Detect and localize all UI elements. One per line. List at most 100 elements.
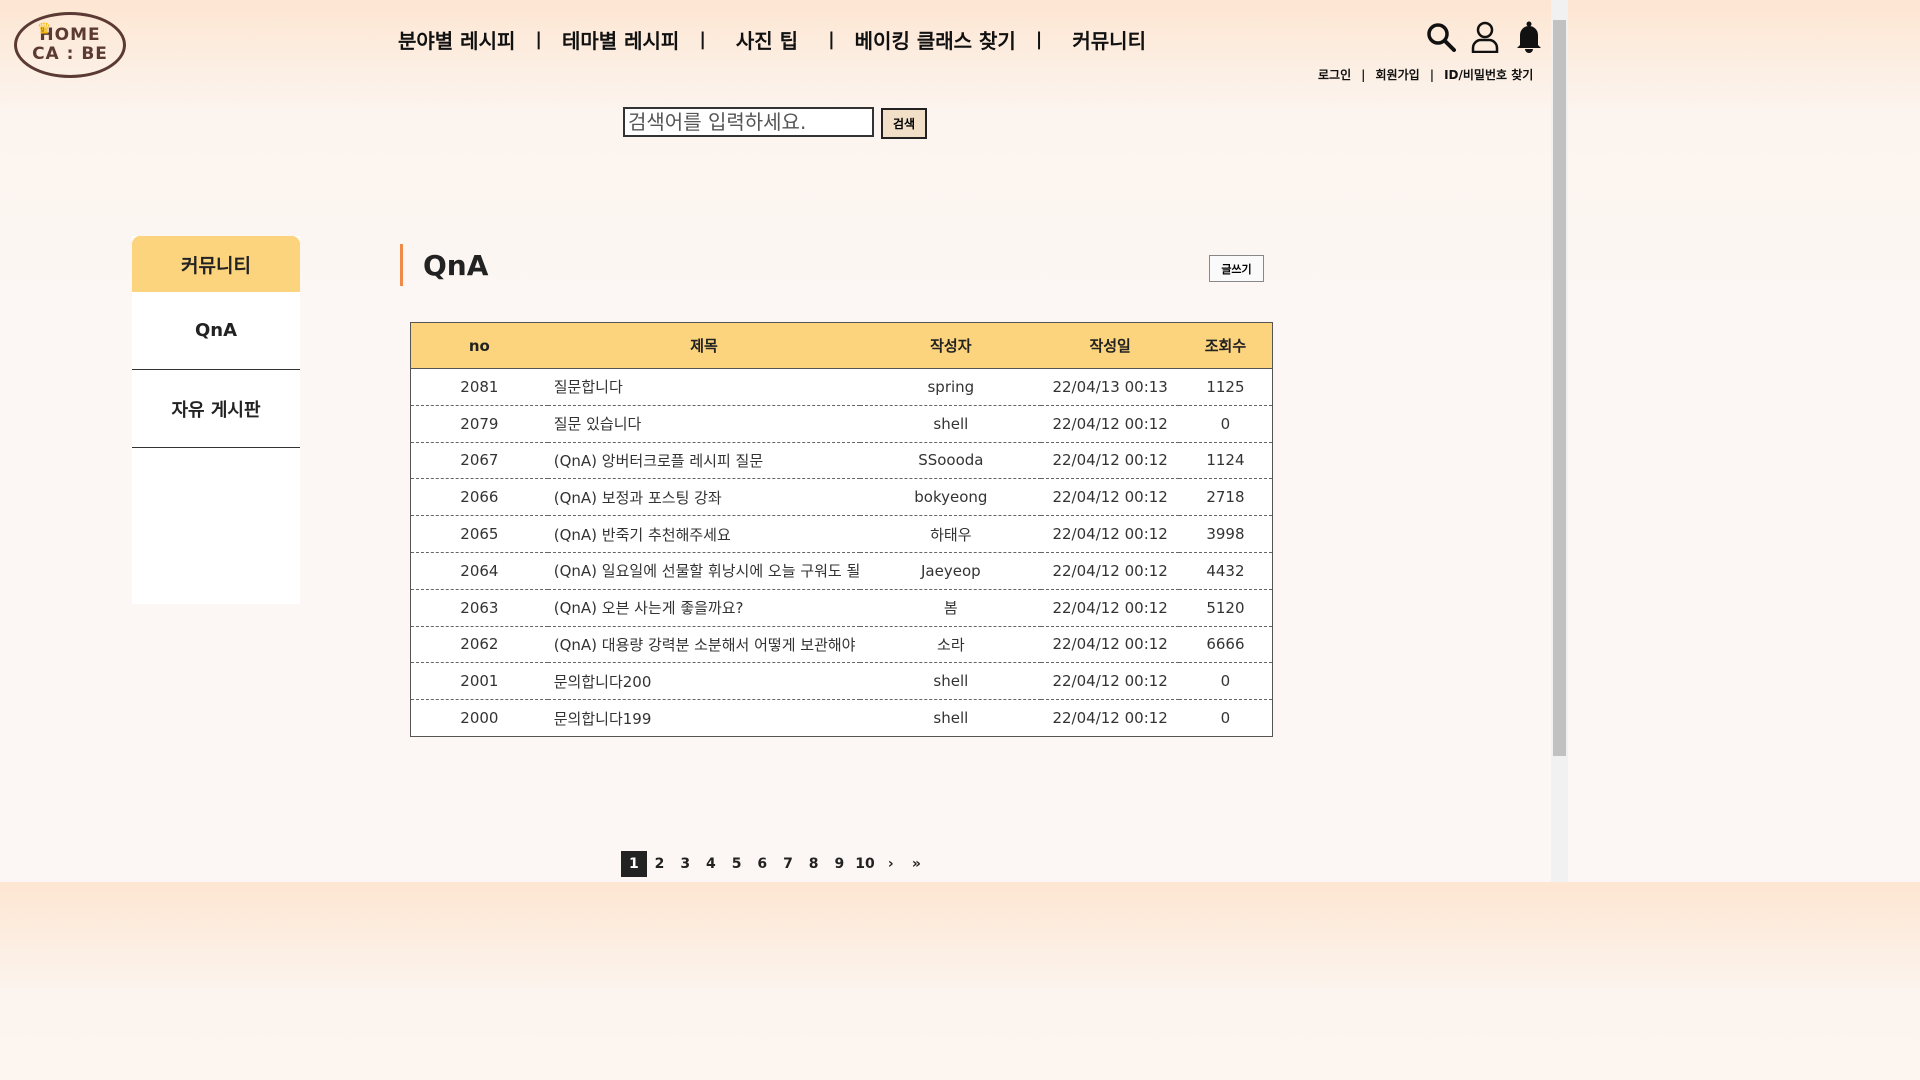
table-row[interactable]: 2079 질문 있습니다 shell 22/04/12 00:12 0: [410, 405, 1273, 443]
table-row[interactable]: 2001 문의합니다200 shell 22/04/12 00:12 0: [410, 662, 1273, 701]
table-row[interactable]: 2067 (QnA) 앙버터크로플 레시피 질문 SSoooda 22/04/12 0…: [410, 442, 1273, 480]
page-link[interactable]: 8: [801, 851, 827, 877]
nav-item-category-recipe[interactable]: 분야별 레시피: [398, 25, 515, 54]
find-account-link[interactable]: ID/비밀번호 찾기: [1444, 66, 1533, 83]
cell-date: 22/04/12 00:12: [1041, 662, 1179, 701]
cell-author: 봄: [860, 589, 1042, 627]
cell-author: Jaeyeop: [860, 552, 1042, 590]
cell-no: 2000: [460, 709, 499, 728]
search-icon[interactable]: [1426, 20, 1456, 54]
cell-title[interactable]: 문의합니다200: [547, 662, 861, 701]
cell-no: 2065: [410, 515, 548, 553]
cell-views: 5120: [1178, 589, 1273, 627]
bell-icon[interactable]: [1514, 20, 1544, 54]
cell-author: 소라: [860, 626, 1042, 664]
util-separator: |: [1429, 67, 1435, 82]
nav-item-community[interactable]: 커뮤니티: [1072, 25, 1146, 54]
page-link[interactable]: 5: [724, 851, 750, 877]
nav-item-photo-tips[interactable]: 사진 팁: [736, 25, 798, 54]
signup-link[interactable]: 회원가입: [1376, 66, 1420, 83]
cell-views: 0: [1178, 405, 1273, 443]
cell-no: 2064: [410, 552, 548, 590]
cell-date: 22/04/12 00:12: [1041, 442, 1179, 480]
cell-date: 22/04/12 00:12: [1041, 405, 1179, 443]
cell-views: 6666: [1178, 626, 1273, 664]
logo-line2: CA : BE: [32, 44, 108, 64]
scrollbar-thumb[interactable]: [1553, 20, 1566, 756]
cell-title[interactable]: 문의합니다199: [548, 700, 861, 737]
page-link[interactable]: 7: [775, 851, 801, 877]
cell-views: 1124: [1178, 442, 1273, 480]
login-link[interactable]: 로그인: [1318, 66, 1351, 83]
cell-no: 2081: [410, 368, 548, 406]
util-links: 로그인 | 회원가입 | ID/비밀번호 찾기: [1318, 66, 1533, 83]
site-logo[interactable]: ♛ HOME CA : BE: [14, 12, 126, 78]
column-header-author: 작성자: [860, 322, 1042, 369]
cell-title[interactable]: (QnA) 일요일에 선물할 휘낭시에 오늘 구워도 될: [547, 552, 861, 590]
page-link[interactable]: 2: [647, 851, 673, 877]
table-row[interactable]: 2064 (QnA) 일요일에 선물할 휘낭시에 오늘 구워도 될 Jaeyeop 2…: [410, 552, 1273, 590]
cell-no: 2001: [410, 662, 548, 701]
column-header-views: 조회수: [1178, 322, 1273, 369]
cell-author: spring: [860, 368, 1042, 406]
cell-title[interactable]: (QnA) 대용량 강력분 소분해서 어떻게 보관해야: [547, 626, 861, 664]
write-button[interactable]: 글쓰기: [1209, 255, 1264, 282]
page-title: QnA: [400, 244, 488, 286]
table-row[interactable]: 2066 (QnA) 보정과 포스팅 강좌 bokyeong 22/04/12 00:…: [410, 478, 1273, 517]
cell-views: 0: [1220, 709, 1231, 728]
table-row[interactable]: 2000 문의합니다199 shell 22/04/12 00:12 0: [411, 700, 1273, 737]
cell-date: 22/04/12 00:12: [1041, 552, 1179, 590]
cell-date: 22/04/12 00:12: [1041, 589, 1179, 627]
sidebar-title: 커뮤니티: [132, 236, 300, 292]
nav-separator: |: [828, 28, 835, 50]
page-link[interactable]: 4: [698, 851, 724, 877]
user-icon[interactable]: [1470, 20, 1500, 54]
nav-separator: |: [1035, 28, 1043, 50]
table-row[interactable]: 2081 질문합니다 spring 22/04/13 00:13 1125: [410, 368, 1273, 406]
pagination: 1 2 3 4 5 6 7 8 9 10 ›»: [621, 851, 929, 877]
page-link[interactable]: 9: [827, 851, 853, 877]
util-separator: |: [1361, 67, 1366, 82]
cell-views: 4432: [1178, 552, 1273, 590]
main-nav: 분야별 레시피 | 테마별 레시피 | 사진 팁 | 베이킹 클래스 찾기 | …: [398, 24, 1146, 54]
page-link[interactable]: 3: [672, 851, 698, 877]
nav-item-baking-class[interactable]: 베이킹 클래스 찾기: [855, 25, 1016, 54]
search-input[interactable]: [623, 107, 874, 137]
last-page-icon[interactable]: »: [904, 851, 930, 877]
cell-author: shell: [860, 405, 1042, 443]
nav-separator: |: [535, 28, 542, 50]
scrollbar[interactable]: [1551, 0, 1568, 882]
page-link[interactable]: 6: [749, 851, 775, 877]
sidebar-item-qna[interactable]: QnA: [132, 292, 300, 370]
cell-author: 하태우: [860, 515, 1042, 553]
header-icons: [1426, 20, 1544, 54]
cell-date: 22/04/12 00:12: [1041, 478, 1179, 517]
table-row[interactable]: 2063 (QnA) 오븐 사는게 좋을까요? 봄 22/04/12 00:12 512…: [410, 589, 1273, 627]
cell-title[interactable]: (QnA) 앙버터크로플 레시피 질문: [547, 442, 861, 480]
next-page-icon[interactable]: ›: [878, 851, 904, 877]
cell-views: 1125: [1178, 368, 1273, 406]
cell-no: 2067: [410, 442, 548, 480]
page-link[interactable]: 1: [621, 851, 647, 877]
column-header-title: 제목: [547, 322, 861, 369]
page-link[interactable]: 10: [852, 851, 878, 877]
board-table: no 제목 작성자 작성일 조회수 2081 질문합니다 spring 22/04/1…: [410, 322, 1273, 737]
cell-author: SSoooda: [860, 442, 1042, 480]
cell-date: 22/04/12 00:12: [1041, 626, 1179, 664]
table-header-row: no 제목 작성자 작성일 조회수: [410, 322, 1273, 369]
cell-author: shell: [933, 709, 969, 728]
search-button[interactable]: 검색: [881, 108, 927, 139]
cell-no: 2066: [410, 478, 548, 517]
sidebar-item-free-board[interactable]: 자유 게시판: [132, 370, 300, 448]
table-row[interactable]: 2062 (QnA) 대용량 강력분 소분해서 어떻게 보관해야 소라 22/04/1…: [410, 626, 1273, 664]
cell-title[interactable]: (QnA) 반죽기 추천해주세요: [547, 515, 861, 553]
nav-item-theme-recipe[interactable]: 테마별 레시피: [562, 25, 679, 54]
cell-views: 0: [1178, 662, 1273, 701]
cell-no: 2063: [410, 589, 548, 627]
cell-title[interactable]: 질문합니다: [547, 368, 861, 406]
cell-title[interactable]: (QnA) 오븐 사는게 좋을까요?: [547, 589, 861, 627]
table-row[interactable]: 2065 (QnA) 반죽기 추천해주세요 하태우 22/04/12 00:12 399…: [410, 515, 1273, 553]
cell-title[interactable]: (QnA) 보정과 포스팅 강좌: [547, 478, 861, 517]
cell-title[interactable]: 질문 있습니다: [547, 405, 861, 443]
column-header-no: no: [410, 322, 548, 369]
